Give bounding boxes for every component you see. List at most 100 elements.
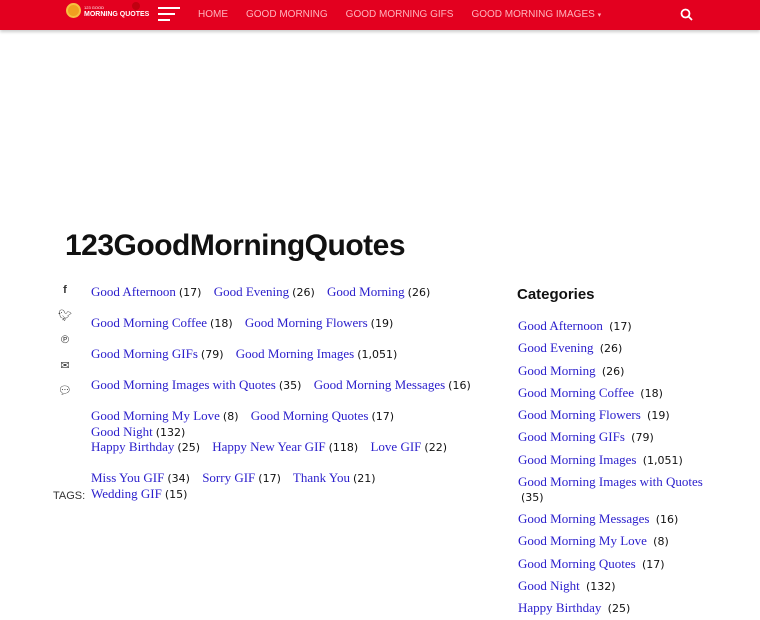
category-count: (25)	[177, 441, 200, 454]
sidebar-category-count: (26)	[601, 364, 625, 378]
category-count: (22)	[424, 441, 447, 454]
category-link[interactable]: Love GIF	[370, 439, 421, 454]
sidebar-category-item: Good Morning Coffee (18)	[518, 382, 707, 404]
category-link[interactable]: Good Morning Messages	[314, 377, 445, 392]
category-count: (79)	[200, 348, 224, 361]
category-link[interactable]: Good Morning Images	[236, 346, 354, 361]
sidebar-category-count: (25)	[607, 602, 631, 616]
sidebar-category-item: Good Evening (26)	[518, 337, 707, 359]
category-link[interactable]: Good Morning Flowers	[245, 315, 368, 330]
category-count: (17)	[258, 472, 281, 485]
category-item: Good Morning Quotes (17)	[251, 408, 394, 423]
sidebar-category-item: Good Morning My Love (8)	[518, 530, 707, 552]
sidebar-categories: Categories Good Afternoon (17) Good Eveni…	[517, 286, 707, 620]
category-link[interactable]: Miss You GIF	[91, 470, 164, 485]
category-count: (18)	[210, 317, 233, 330]
nav-good-morning-images[interactable]: GOOD MORNING IMAGES ▾	[471, 9, 601, 20]
category-item: Thank You (21)	[293, 470, 376, 485]
category-link[interactable]: Happy Birthday	[91, 439, 174, 454]
sidebar-category-link[interactable]: Happy Birthday	[518, 600, 601, 615]
category-item: Good Morning Images (1,051)	[236, 346, 398, 361]
sidebar-category-link[interactable]: Good Morning Quotes	[518, 556, 636, 571]
top-nav: 123 GOOD MORNING QUOTES HOME GOOD MORNING…	[0, 0, 760, 30]
category-link[interactable]: Good Evening	[214, 284, 289, 299]
category-item: Love GIF (22)	[370, 439, 447, 454]
nav-good-morning-gifs[interactable]: GOOD MORNING GIFS	[346, 9, 454, 20]
category-count: (118)	[328, 441, 359, 454]
category-item: Good Night (132)	[91, 424, 185, 439]
category-link[interactable]: Thank You	[293, 470, 350, 485]
logo-text: MORNING QUOTES	[84, 10, 150, 18]
category-count: (15)	[164, 488, 188, 501]
search-icon[interactable]	[680, 8, 693, 21]
category-link[interactable]: Good Night	[91, 424, 153, 439]
category-link[interactable]: Sorry GIF	[202, 470, 255, 485]
nav-good-morning[interactable]: GOOD MORNING	[246, 9, 328, 20]
sidebar-category-count: (35)	[521, 491, 544, 505]
pinterest-icon[interactable]: ℗	[58, 334, 72, 359]
category-item: Happy Birthday (25)	[91, 439, 200, 454]
sidebar-category-link[interactable]: Good Morning GIFs	[518, 429, 625, 444]
category-item: Good Morning Flowers (19)	[245, 315, 393, 330]
sidebar-category-link[interactable]: Good Morning Images with Quotes	[518, 474, 703, 489]
hamburger-menu-icon[interactable]	[158, 7, 180, 25]
sidebar-category-count: (16)	[655, 513, 679, 527]
sidebar-category-link[interactable]: Good Evening	[518, 340, 593, 355]
sidebar-category-item: Happy Birthday (25)	[518, 597, 707, 619]
sidebar-category-link[interactable]: Good Morning Images	[518, 452, 636, 467]
category-count: (21)	[352, 472, 376, 485]
email-icon[interactable]: ✉	[58, 359, 72, 384]
category-count: (19)	[370, 317, 394, 330]
sidebar-category-item: Good Morning GIFs (79)	[518, 426, 707, 448]
category-link[interactable]: Good Morning Quotes	[251, 408, 369, 423]
category-count: (26)	[407, 286, 431, 299]
category-row: Happy Birthday (25) Happy New Year GIF (11…	[91, 439, 481, 470]
category-item: Happy New Year GIF (118)	[212, 439, 358, 454]
sidebar-category-link[interactable]: Good Morning Coffee	[518, 385, 634, 400]
category-count: (17)	[371, 410, 395, 423]
sidebar-category-item: Good Morning Messages (16)	[518, 508, 707, 530]
category-link[interactable]: Good Afternoon	[91, 284, 176, 299]
category-count: (26)	[292, 286, 315, 299]
sidebar-category-item: Good Morning Images (1,051)	[518, 449, 707, 471]
category-row: Good Morning GIFs (79) Good Morning Image…	[91, 346, 481, 377]
sidebar-category-link[interactable]: Good Night	[518, 578, 580, 593]
sidebar-category-link[interactable]: Good Morning My Love	[518, 533, 647, 548]
category-link[interactable]: Good Morning	[327, 284, 405, 299]
category-link[interactable]: Happy New Year GIF	[212, 439, 325, 454]
sidebar-category-count: (17)	[609, 320, 632, 333]
category-row: Miss You GIF (34) Sorry GIF (17) Thank You…	[91, 470, 481, 501]
category-link[interactable]: Good Morning GIFs	[91, 346, 198, 361]
sidebar-category-link[interactable]: Good Morning Messages	[518, 511, 649, 526]
sidebar-category-item: Good Morning Images with Quotes (35)	[518, 471, 707, 508]
category-row: Good Morning Images with Quotes (35) Good…	[91, 377, 481, 408]
twitter-icon[interactable]: 🐦︎	[58, 309, 72, 334]
sidebar-category-count: (19)	[647, 409, 670, 423]
comment-icon[interactable]: 💬︎	[58, 384, 72, 409]
category-item: Good Morning Messages (16)	[314, 377, 471, 392]
sidebar-title: Categories	[517, 286, 595, 303]
category-item: Good Morning Coffee (18)	[91, 315, 233, 330]
sidebar-category-item: Good Morning Quotes (17)	[518, 553, 707, 575]
sidebar-category-link[interactable]: Good Morning	[518, 363, 596, 378]
page-title: 123GoodMorningQuotes	[65, 229, 406, 262]
category-link[interactable]: Good Morning Coffee	[91, 315, 207, 330]
sidebar-category-link[interactable]: Good Morning Flowers	[518, 407, 641, 422]
category-item: Sorry GIF (17)	[202, 470, 281, 485]
facebook-icon[interactable]: f	[58, 284, 72, 309]
category-count: (17)	[178, 286, 202, 299]
category-count: (35)	[278, 379, 302, 392]
category-link[interactable]: Wedding GIF	[91, 486, 162, 501]
nav-home[interactable]: HOME	[198, 9, 228, 20]
category-list: Good Afternoon (17) Good Evening (26) Good…	[91, 284, 481, 501]
share-bar: f 🐦︎ ℗ ✉ 💬︎	[58, 284, 72, 409]
sidebar-category-count: (18)	[640, 386, 663, 400]
category-link[interactable]: Good Morning Images with Quotes	[91, 377, 276, 392]
sidebar-category-count: (17)	[641, 557, 665, 571]
category-item: Wedding GIF (15)	[91, 486, 187, 501]
category-item: Good Evening (26)	[214, 284, 315, 299]
sidebar-category-link[interactable]: Good Afternoon	[518, 318, 603, 333]
sun-logo-icon	[66, 3, 81, 18]
category-row: Good Morning My Love (8) Good Morning Quo…	[91, 408, 481, 439]
category-link[interactable]: Good Morning My Love	[91, 408, 220, 423]
